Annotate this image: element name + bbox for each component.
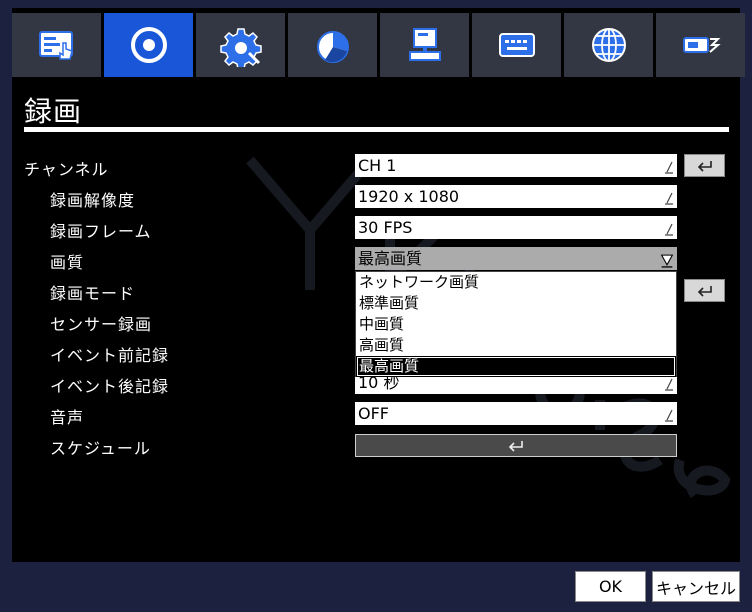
tab-device[interactable] <box>380 13 469 77</box>
setting-label-sensor-record: センサー録画 <box>50 315 153 334</box>
title-divider <box>24 127 729 132</box>
globe-icon <box>591 28 626 62</box>
quality-dropdown-list: ネットワーク画質 標準画質 中画質 高画質 最高画質 <box>355 271 677 377</box>
resize-grip-icon <box>665 192 673 205</box>
audio-value: OFF <box>358 404 389 423</box>
dropdown-option-selected[interactable]: 最高画質 <box>356 356 676 377</box>
schedule-button[interactable] <box>355 434 677 457</box>
dropdown-option[interactable]: 高画質 <box>356 335 676 356</box>
resize-grip-icon <box>665 161 673 174</box>
quality-value: 最高画質 <box>358 249 423 268</box>
setting-label-pre-event: イベント前記録 <box>50 346 170 365</box>
tab-statistics[interactable] <box>288 13 377 77</box>
setting-label-channel: チャンネル <box>24 160 109 179</box>
resize-grip-icon <box>665 409 673 422</box>
tab-input[interactable] <box>472 13 561 77</box>
resize-grip-icon <box>665 223 673 236</box>
keyboard-icon <box>498 33 535 57</box>
channel-select[interactable]: CH 1 <box>355 154 677 177</box>
resize-grip-icon <box>665 378 673 391</box>
ok-button[interactable]: OK <box>575 571 646 602</box>
enter-icon <box>697 160 712 172</box>
setting-label-quality: 画質 <box>50 253 85 272</box>
page-title: 録画 <box>24 95 83 128</box>
dropdown-option[interactable]: 標準画質 <box>356 293 676 314</box>
tab-display[interactable] <box>12 13 101 77</box>
frame-rate-value: 30 FPS <box>358 218 413 237</box>
enter-icon <box>508 440 523 452</box>
dropdown-arrow-icon <box>660 254 674 268</box>
pie-chart-icon <box>316 31 349 63</box>
setting-label-resolution: 録画解像度 <box>50 191 136 210</box>
setting-label-post-event: イベント後記録 <box>50 377 170 396</box>
resolution-select[interactable]: 1920 x 1080 <box>355 185 677 208</box>
channel-apply-button[interactable] <box>684 154 725 177</box>
setting-label-frame-rate: 録画フレーム <box>50 222 152 241</box>
gear-icon <box>219 28 262 67</box>
record-mode-apply-button[interactable] <box>684 279 725 302</box>
dropdown-option[interactable]: ネットワーク画質 <box>356 272 676 293</box>
setting-label-record-mode: 録画モード <box>50 284 136 303</box>
frame-rate-select[interactable]: 30 FPS <box>355 216 677 239</box>
tab-system[interactable] <box>196 13 285 77</box>
display-touch-icon <box>38 31 73 60</box>
enter-icon <box>697 285 712 297</box>
record-icon <box>130 27 167 63</box>
resolution-value: 1920 x 1080 <box>358 187 460 206</box>
tab-bar <box>12 13 745 77</box>
quality-select[interactable]: 最高画質 <box>355 247 677 270</box>
tab-network[interactable] <box>564 13 653 77</box>
storage-icon <box>682 37 721 53</box>
tab-storage[interactable] <box>656 13 745 77</box>
setting-label-schedule: スケジュール <box>50 439 151 458</box>
setting-label-audio: 音声 <box>50 408 85 427</box>
computer-icon <box>408 28 441 61</box>
channel-value: CH 1 <box>358 156 397 175</box>
tab-record[interactable] <box>104 13 193 77</box>
dropdown-option[interactable]: 中画質 <box>356 314 676 335</box>
cancel-button[interactable]: キャンセル <box>652 571 740 602</box>
audio-select[interactable]: OFF <box>355 402 677 425</box>
